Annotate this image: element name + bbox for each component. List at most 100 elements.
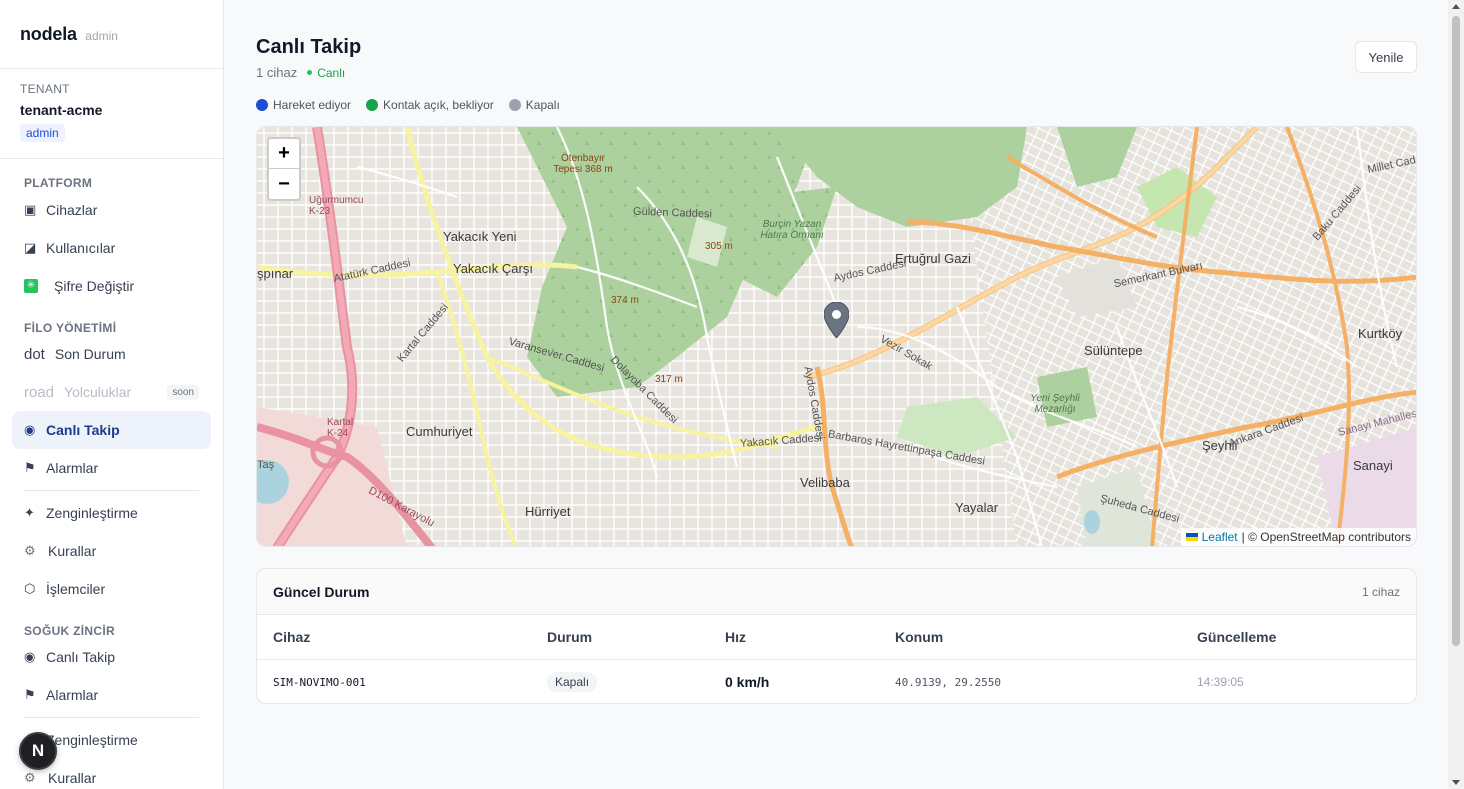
vehicle-marker-icon[interactable] (824, 302, 849, 338)
main-content: Canlı Takip 1 cihaz Canlı Yenile Hareket… (224, 0, 1448, 789)
map-label: Taş (257, 459, 275, 471)
gear-icon: ⚙ (24, 543, 36, 558)
sidebar: nodela admin TENANT tenant-acme admin PL… (0, 0, 224, 789)
map-label: Yayalar (955, 500, 999, 515)
sidebar-item-label: Kurallar (48, 770, 97, 786)
map-label-road-ref: Uğurmumcu K-23 (309, 195, 364, 217)
sidebar-item-label: İşlemciler (46, 581, 106, 597)
map-label: Sülüntepe (1084, 343, 1143, 358)
sidebar-item-label: Alarmlar (46, 460, 99, 476)
legend-label: Kapalı (525, 98, 560, 112)
location-value: 40.9139, 29.2550 (895, 675, 1001, 689)
users-icon: ◪ (24, 240, 37, 255)
sidebar-item-enrichment[interactable]: ✦ Zenginleştirme (12, 494, 211, 532)
brand: nodela admin (0, 0, 223, 69)
speed-value: 0 km/h (725, 674, 770, 690)
device-icon: ▣ (24, 202, 37, 217)
brand-role: admin (85, 29, 118, 43)
map-label: Yakacık Çarşı (453, 261, 533, 276)
updated-time: 14:39:05 (1197, 675, 1244, 689)
legend-item-idle: Kontak açık, bekliyor (366, 98, 494, 112)
map-label-park: Burçin Yazan Hatıra Ormanı (760, 219, 824, 241)
sidebar-item-label: Son Durum (54, 346, 126, 362)
sidebar-item-label: Şifre Değiştir (54, 278, 135, 294)
sparkle-icon: ✦ (24, 505, 35, 520)
map-label: Sanayi (1353, 458, 1393, 473)
map-label-peak: 317 m (655, 374, 683, 385)
sidebar-item-label: Zenginleştirme (46, 505, 138, 521)
nav-section-platform: PLATFORM (24, 176, 93, 190)
page-scrollbar[interactable] (1448, 0, 1464, 789)
sidebar-item-alarms[interactable]: ⚑ Alarmlar (12, 449, 211, 487)
map-label: Ertuğrul Gazi (895, 251, 971, 266)
map-attribution: Leaflet | © OpenStreetMap contributors (1180, 528, 1416, 546)
legend-item-off: Kapalı (508, 98, 560, 112)
legend-dot-blue (256, 99, 268, 111)
column-header: Durum (547, 629, 593, 645)
role-badge: admin (20, 124, 65, 142)
column-header: Cihaz (273, 629, 311, 645)
sidebar-item-trips: road Yolculuklar soon (12, 373, 211, 411)
map-label-peak: Ötenbayır Tepesi 368 m (553, 153, 613, 175)
table-header: Cihaz Durum Hız Konum Güncelleme (257, 615, 1416, 660)
map-label-peak: 305 m (705, 241, 733, 252)
assistant-avatar-button[interactable]: N (19, 732, 57, 770)
map-label: Cumhuriyet (406, 424, 473, 439)
sidebar-item-cold-alarms[interactable]: ⚑ Alarmlar (12, 676, 211, 714)
map-label-peak: 374 m (611, 295, 639, 306)
legend-dot-gray (508, 99, 521, 111)
scrollbar-thumb[interactable] (1452, 16, 1460, 646)
sidebar-item-live-tracking[interactable]: ◉ Canlı Takip (12, 411, 211, 449)
leaflet-link[interactable]: Leaflet (1202, 530, 1238, 544)
live-dot-icon (307, 70, 313, 75)
soon-badge: soon (167, 384, 199, 400)
page-title: Canlı Takip (256, 36, 362, 58)
nav-section-fleet: FİLO YÖNETİMİ (24, 321, 117, 335)
live-indicator: Canlı (307, 66, 345, 80)
status-badge: Kapalı (547, 672, 598, 692)
brand-name: nodela (20, 24, 77, 44)
page-subtitle: 1 cihaz Canlı (256, 65, 345, 80)
scroll-up-arrow-icon[interactable] (1452, 4, 1460, 9)
target-icon: ◉ (24, 649, 36, 664)
road-icon: road (24, 383, 55, 401)
map-view[interactable]: Yakacık Yeni Yakacık Çarşı Cumhuriyet Hü… (256, 126, 1417, 547)
target-icon: ◉ (24, 422, 36, 437)
sidebar-item-label: Canlı Takip (46, 422, 120, 438)
sidebar-item-processors[interactable]: ⬡ İşlemciler (12, 570, 211, 608)
map-label: Velibaba (800, 475, 850, 490)
tenant-label: TENANT (20, 82, 70, 96)
gear-icon: ⚙ (24, 770, 36, 785)
sidebar-item-last-status[interactable]: dot Son Durum (12, 335, 211, 373)
card-count: 1 cihaz (1361, 584, 1400, 599)
table-row[interactable]: SIM-NOVIMO-001 Kapalı 0 km/h 40.9139, 29… (257, 660, 1416, 703)
card-title: Güncel Durum (273, 583, 370, 600)
legend-label: Hareket ediyor (273, 98, 352, 112)
zoom-in-button[interactable]: + (269, 139, 299, 169)
card-header: Güncel Durum 1 cihaz (257, 569, 1416, 615)
sidebar-item-label: Canlı Takip (46, 649, 116, 665)
column-header: Konum (895, 629, 944, 645)
nav-divider (24, 717, 199, 718)
sidebar-item-label: Cihazlar (46, 202, 98, 218)
map-label-park: Yeni Şeyhli Mezarlığı (1030, 393, 1080, 415)
map-label: Yakacık Yeni (443, 229, 517, 244)
device-count: 1 cihaz (256, 65, 298, 80)
refresh-button[interactable]: Yenile (1355, 41, 1417, 73)
map-label: Hürriyet (525, 504, 571, 519)
sidebar-item-cold-live-tracking[interactable]: ◉ Canlı Takip (12, 638, 211, 676)
sidebar-item-change-password[interactable]: ✳ Şifre Değiştir (12, 267, 211, 305)
flag-icon: ⚑ (24, 460, 36, 475)
legend-label: Kontak açık, bekliyor (383, 98, 494, 112)
zoom-out-button[interactable]: − (269, 169, 299, 199)
sidebar-item-devices[interactable]: ▣ Cihazlar (12, 191, 211, 229)
nav-divider (24, 490, 199, 491)
sidebar-item-rules[interactable]: ⚙ Kurallar (12, 532, 211, 570)
live-label: Canlı (317, 65, 346, 80)
legend-dot-green (366, 99, 379, 111)
zoom-control: + − (267, 137, 301, 201)
sidebar-item-users[interactable]: ◪ Kullanıcılar (12, 229, 211, 267)
ukraine-flag-icon (1185, 533, 1198, 541)
scroll-down-arrow-icon[interactable] (1452, 780, 1460, 785)
map-label: Kurtköy (1358, 326, 1403, 341)
